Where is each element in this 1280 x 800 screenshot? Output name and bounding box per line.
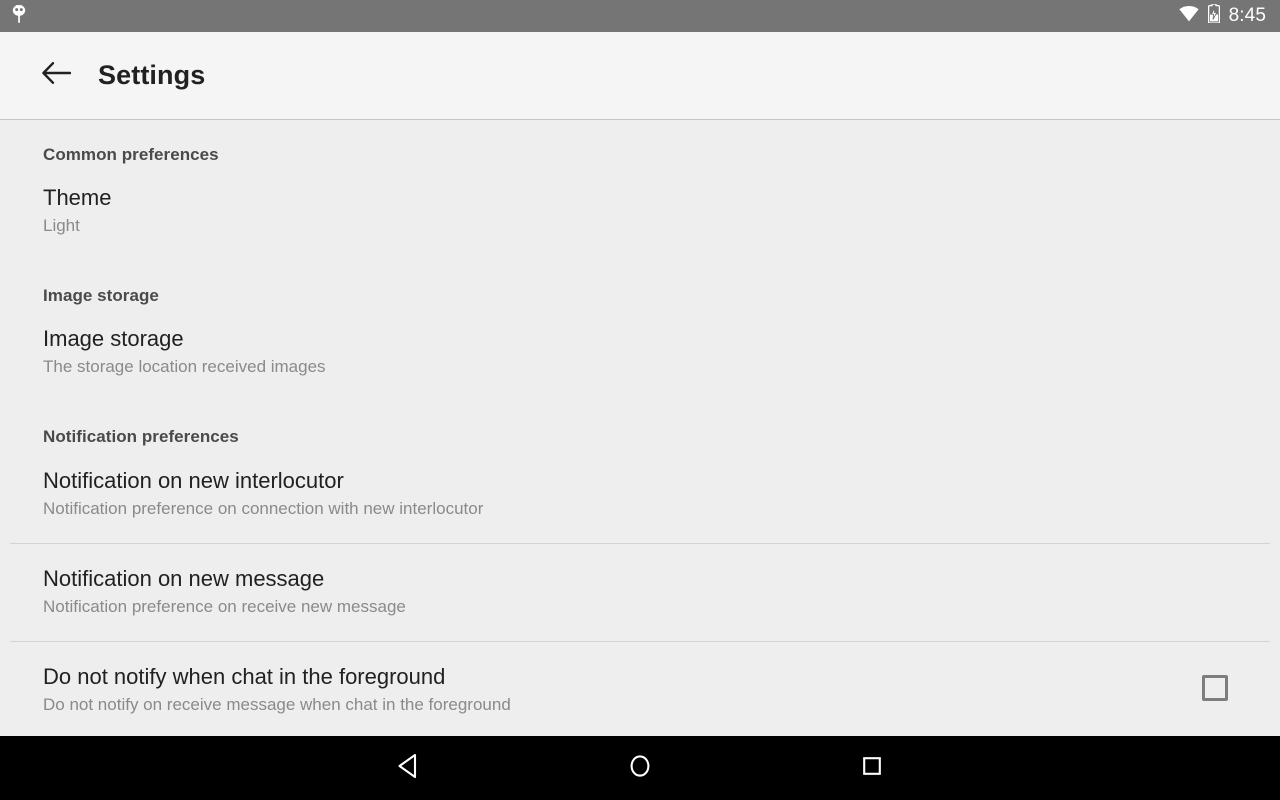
nav-back-button[interactable] [380,740,436,796]
back-button[interactable] [36,56,76,96]
section-image-storage: Image storage Image storage The storage … [0,238,1280,379]
pref-row-notification-new-message[interactable]: Notification on new message Notification… [0,544,1280,641]
pref-row-image-storage[interactable]: Image storage The storage location recei… [0,306,1280,379]
settings-list[interactable]: Common preferences Theme Light Image sto… [0,120,1280,736]
pref-title: Image storage [43,326,184,351]
wifi-icon [1179,5,1199,27]
pref-text: Notification on new interlocutor Notific… [43,468,1228,521]
pref-text: Do not notify when chat in the foregroun… [43,664,1202,717]
pref-summary: Light [43,216,80,235]
do-not-notify-checkbox[interactable] [1202,675,1228,701]
page-title: Settings [98,60,206,90]
arrow-left-icon [41,60,72,91]
status-bar-notifications [10,4,28,29]
battery-charging-icon [1207,3,1220,28]
pref-row-theme[interactable]: Theme Light [0,165,1280,238]
pref-summary: Do not notify on receive message when ch… [43,695,511,714]
pref-summary: Notification preference on connection wi… [43,499,484,518]
section-common-preferences: Common preferences Theme Light [0,120,1280,238]
pref-row-notification-new-interlocutor[interactable]: Notification on new interlocutor Notific… [0,447,1280,543]
app-bar: Settings [0,32,1280,119]
pref-title: Theme [43,185,112,210]
pref-summary: Notification preference on receive new m… [43,597,406,616]
status-bar: 8:45 [0,0,1280,32]
pref-text: Notification on new message Notification… [43,566,1228,619]
android-robot-icon [10,4,28,29]
nav-recents-button[interactable] [844,740,900,796]
pref-title: Notification on new interlocutor [43,468,344,493]
back-triangle-icon [395,752,421,785]
recents-square-icon [859,752,885,785]
status-bar-clock: 8:45 [1228,5,1266,26]
section-header: Image storage [43,286,159,305]
pref-summary: The storage location received images [43,357,326,376]
home-circle-icon [627,752,653,785]
android-settings-screen: 8:45 Settings Common preferences Theme L… [0,0,1280,800]
status-bar-system-icons: 8:45 [1179,3,1266,28]
pref-text: Theme Light [43,185,1228,238]
nav-home-button[interactable] [612,740,668,796]
pref-row-do-not-notify-foreground[interactable]: Do not notify when chat in the foregroun… [0,642,1280,717]
pref-title: Notification on new message [43,566,325,591]
section-notification-preferences: Notification preferences Notification on… [0,379,1280,717]
android-navigation-bar [0,736,1280,800]
section-header: Common preferences [43,145,219,164]
section-header: Notification preferences [43,427,239,446]
pref-text: Image storage The storage location recei… [43,326,1228,379]
pref-title: Do not notify when chat in the foregroun… [43,664,446,689]
